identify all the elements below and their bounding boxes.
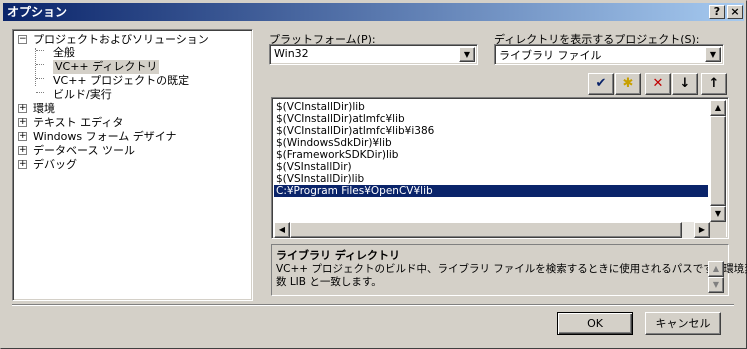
directory-list[interactable]: $(VCInstallDir)lib $(VCInstallDir)atlmfc… <box>271 97 729 239</box>
expand-icon[interactable]: + <box>18 118 27 127</box>
tree-item-build-run[interactable]: ビルド/実行 <box>53 88 112 102</box>
platform-value: Win32 <box>274 47 309 60</box>
vertical-scroll-thumb[interactable] <box>710 116 726 206</box>
list-item[interactable]: $(VSInstallDir)lib <box>274 173 708 185</box>
arrow-down-icon: ↓ <box>679 76 691 91</box>
expand-icon[interactable]: + <box>18 104 27 113</box>
scroll-down-icon[interactable]: ▼ <box>710 206 726 222</box>
description-line: 数 LIB と一致します。 <box>276 276 382 288</box>
list-item[interactable]: $(VCInstallDir)atlmfc¥lib¥i386 <box>274 125 708 137</box>
scroll-up-icon[interactable]: ▲ <box>708 261 724 277</box>
tree-item-label: 全般 <box>53 46 75 59</box>
expand-icon[interactable]: + <box>18 160 27 169</box>
title-bar: オプション ? × <box>3 3 744 21</box>
tree-item-projects-solutions[interactable]: プロジェクトおよびソリューション <box>33 33 209 47</box>
help-button[interactable]: ? <box>709 5 725 19</box>
arrow-up-icon: ↑ <box>708 76 720 91</box>
tree-item-text-editor[interactable]: テキスト エディタ <box>33 116 123 130</box>
tree-item-database-tools[interactable]: データベース ツール <box>33 144 135 158</box>
delete-button[interactable]: ✕ <box>645 73 671 95</box>
close-button[interactable]: × <box>727 5 743 19</box>
new-folder-icon: ✱ <box>622 76 634 91</box>
collapse-icon[interactable]: − <box>18 35 27 44</box>
tree-item-general[interactable]: 全般 <box>53 46 75 60</box>
dirs-for-select[interactable]: ライブラリ ファイル ▼ <box>494 44 724 65</box>
tree-item-vc-directories[interactable]: VC++ ディレクトリ <box>53 60 160 74</box>
tree-item-label: ビルド/実行 <box>53 88 112 101</box>
list-item-selected[interactable]: C:¥Program Files¥OpenCV¥lib <box>274 185 708 197</box>
new-line-button[interactable]: ✱ <box>615 73 641 95</box>
options-tree[interactable]: − プロジェクトおよびソリューション 全般 VC++ ディレクトリ VC++ プ… <box>12 29 253 301</box>
tree-item-vc-project-defaults[interactable]: VC++ プロジェクトの既定 <box>53 74 189 88</box>
list-item[interactable]: $(VCInstallDir)lib <box>274 101 708 113</box>
scroll-corner <box>710 222 726 238</box>
platform-select[interactable]: Win32 ▼ <box>269 44 478 65</box>
chevron-down-icon[interactable]: ▼ <box>705 47 721 62</box>
move-up-button[interactable]: ↑ <box>701 73 727 95</box>
scroll-down-icon[interactable]: ▼ <box>708 277 724 293</box>
list-item[interactable]: $(VSInstallDir) <box>274 161 708 173</box>
tree-item-label: 環境 <box>33 102 55 115</box>
chevron-down-icon[interactable]: ▼ <box>459 47 475 62</box>
separator <box>12 304 734 306</box>
tree-item-debugging[interactable]: デバッグ <box>33 158 77 172</box>
tree-item-label: VC++ ディレクトリ <box>55 60 158 73</box>
tree-item-windows-forms-designer[interactable]: Windows フォーム デザイナ <box>33 130 177 144</box>
move-down-button[interactable]: ↓ <box>672 73 698 95</box>
check-icon: ✔ <box>595 76 607 91</box>
tree-item-label: VC++ プロジェクトの既定 <box>53 74 190 87</box>
horizontal-scroll-thumb[interactable] <box>290 222 682 238</box>
list-item[interactable]: $(FrameworkSDKDir)lib <box>274 149 708 161</box>
tree-item-label: デバッグ <box>33 158 77 171</box>
ok-button[interactable]: OK <box>557 312 633 335</box>
options-dialog: オプション ? × − プロジェクトおよびソリューション 全般 VC++ ディレ… <box>0 0 747 349</box>
tree-item-label: プロジェクトおよびソリューション <box>33 33 209 46</box>
tree-item-label: テキスト エディタ <box>33 116 124 129</box>
scroll-right-icon[interactable]: ▶ <box>694 222 710 238</box>
check-button[interactable]: ✔ <box>588 73 614 95</box>
cancel-button[interactable]: キャンセル <box>645 312 721 335</box>
scroll-left-icon[interactable]: ◀ <box>274 222 290 238</box>
list-item[interactable]: $(WindowsSdkDir)¥lib <box>274 137 708 149</box>
tree-item-label: Windows フォーム デザイナ <box>33 130 177 143</box>
delete-icon: ✕ <box>652 76 664 91</box>
dirs-for-value: ライブラリ ファイル <box>499 49 602 62</box>
window-title: オプション <box>7 5 68 19</box>
tree-item-environment[interactable]: 環境 <box>33 102 55 116</box>
list-item[interactable]: $(VCInstallDir)atlmfc¥lib <box>274 113 708 125</box>
scroll-up-icon[interactable]: ▲ <box>710 100 726 116</box>
description-panel: ライブラリ ディレクトリ VC++ プロジェクトのビルド中、ライブラリ ファイル… <box>271 244 747 296</box>
expand-icon[interactable]: + <box>18 146 27 155</box>
expand-icon[interactable]: + <box>18 132 27 141</box>
tree-item-label: データベース ツール <box>33 144 135 157</box>
